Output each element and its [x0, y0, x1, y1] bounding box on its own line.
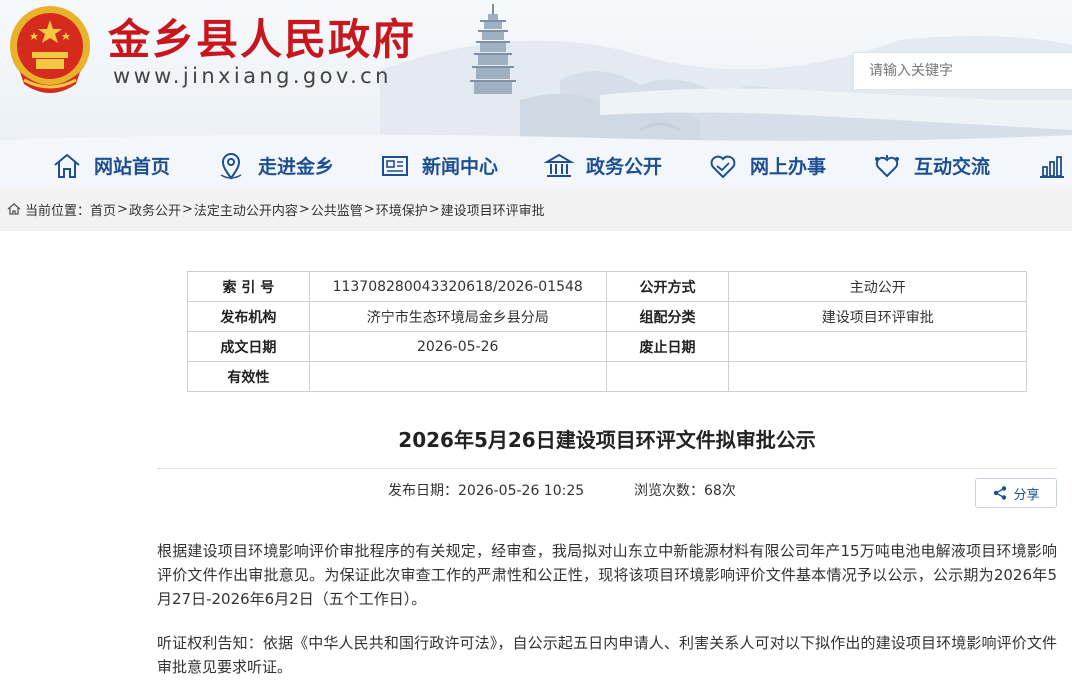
- view-count-label: 浏览次数：: [634, 483, 704, 499]
- publish-date: 发布日期：2026-05-26 10:25: [388, 480, 584, 500]
- meta-category-value: 建设项目环评审批: [728, 301, 1027, 332]
- nav-item-label: 互动交流: [914, 156, 991, 178]
- home-icon: [7, 203, 21, 215]
- national-emblem-logo: [10, 6, 90, 93]
- meta-disclosure-label: 公开方式: [605, 271, 730, 302]
- breadcrumb-link-environment[interactable]: 环境保护: [376, 200, 428, 219]
- nav-item-gov-affairs[interactable]: 政务公开: [544, 144, 662, 187]
- meta-publisher-value: 济宁市生态环境局金乡县分局: [308, 301, 607, 332]
- meta-empty-cell: [605, 361, 730, 392]
- share-icon: [994, 486, 1007, 500]
- meta-validity-value: [308, 361, 607, 392]
- nav-item-label: 网站首页: [94, 156, 171, 178]
- nav-item-label: 网上办事: [750, 156, 827, 178]
- breadcrumb-separator: >: [428, 201, 440, 217]
- breadcrumb-link-eia-approval[interactable]: 建设项目环评审批: [441, 200, 545, 219]
- breadcrumb-separator: >: [117, 201, 128, 217]
- breadcrumb-link-gov-affairs[interactable]: 政务公开: [129, 200, 181, 219]
- publish-date-value: 2026-05-26 10:25: [458, 483, 585, 499]
- breadcrumb: 当前位置： 首页 > 政务公开 > 法定主动公开内容 > 公共监管 > 环境保护 > 建设…: [0, 187, 1072, 231]
- meta-category-label: 组配分类: [605, 301, 730, 332]
- meta-expiry-label: 废止日期: [605, 331, 730, 362]
- site-header: 金乡县人民政府 www.jinxiang.gov.cn 网站首页 走进金乡 新闻…: [0, 0, 1072, 187]
- view-count-value: 68次: [704, 483, 736, 499]
- title-divider: [157, 468, 1057, 469]
- site-url: www.jinxiang.gov.cn: [113, 64, 392, 88]
- interaction-icon: [875, 154, 899, 177]
- nav-item-label: 走进金乡: [258, 156, 335, 178]
- meta-expiry-value: [728, 331, 1027, 362]
- breadcrumb-separator: >: [181, 201, 193, 217]
- breadcrumb-link-home[interactable]: 首页: [90, 200, 116, 219]
- meta-index-value: 11370828004332061​8/2026-01548: [308, 271, 607, 302]
- home-icon: [54, 153, 80, 178]
- nav-item-news[interactable]: 新闻中心: [380, 144, 498, 187]
- table-row: 有效性: [187, 361, 1027, 392]
- map-pin-icon: [220, 152, 242, 180]
- nav-item-label: 新闻中心: [422, 156, 499, 178]
- nav-item-online-services[interactable]: 网上办事: [708, 144, 826, 187]
- meta-disclosure-value: 主动公开: [728, 271, 1027, 302]
- meta-validity-label: 有效性: [187, 361, 310, 392]
- publish-date-label: 发布日期：: [388, 483, 458, 499]
- meta-index-label: 索 引 号: [187, 271, 310, 302]
- document-meta-table: 索 引 号 11370828004332061​8/2026-01548 公开方…: [187, 271, 1027, 392]
- government-building-icon: [544, 153, 574, 177]
- table-row: 索 引 号 11370828004332061​8/2026-01548 公开方…: [187, 271, 1027, 302]
- nav-item-home[interactable]: 网站首页: [52, 144, 170, 187]
- meta-written-date-value: 2026-05-26: [308, 331, 607, 362]
- nav-item-label: 政务公开: [586, 156, 663, 178]
- breadcrumb-separator: >: [363, 201, 375, 217]
- nav-item-data[interactable]: [1036, 144, 1072, 187]
- article-paragraph: 根据建设项目环境影响评价审批程序的有关规定，经审查，我局拟对山东立中新能源材料有…: [157, 542, 1057, 608]
- share-label: 分享: [1013, 487, 1040, 503]
- handshake-icon: [710, 155, 736, 178]
- newspaper-icon: [382, 155, 408, 176]
- nav-item-interaction[interactable]: 互动交流: [872, 144, 990, 187]
- site-title: 金乡县人民政府: [108, 15, 417, 64]
- table-row: 发布机构 济宁市生态环境局金乡县分局 组配分类 建设项目环评审批: [187, 301, 1027, 332]
- breadcrumb-separator: >: [298, 201, 310, 217]
- meta-empty-cell: [728, 361, 1027, 392]
- table-row: 成文日期 2026-05-26 废止日期: [187, 331, 1027, 362]
- breadcrumb-link-public-supervision[interactable]: 公共监管: [311, 200, 363, 219]
- view-count: 浏览次数：68次: [634, 480, 736, 500]
- nav-item-about[interactable]: 走进金乡: [216, 144, 334, 187]
- breadcrumb-prefix: 当前位置：: [25, 203, 91, 219]
- chart-icon: [1040, 155, 1064, 178]
- meta-written-date-label: 成文日期: [187, 331, 310, 362]
- share-button[interactable]: 分享: [975, 478, 1057, 508]
- breadcrumb-link-statutory-disclosure[interactable]: 法定主动公开内容: [194, 200, 298, 219]
- search-input[interactable]: [853, 52, 1072, 90]
- article-paragraph: 听证权利告知：依据《中华人民共和国行政许可法》，自公示起五日内申请人、利害关系人…: [157, 634, 1057, 676]
- main-nav: 网站首页 走进金乡 新闻中心 政务公开 网上办事 互动交流: [0, 144, 1072, 187]
- meta-publisher-label: 发布机构: [187, 301, 310, 332]
- article-title: 2026年5月26日建设项目环评文件拟审批公示: [398, 428, 816, 452]
